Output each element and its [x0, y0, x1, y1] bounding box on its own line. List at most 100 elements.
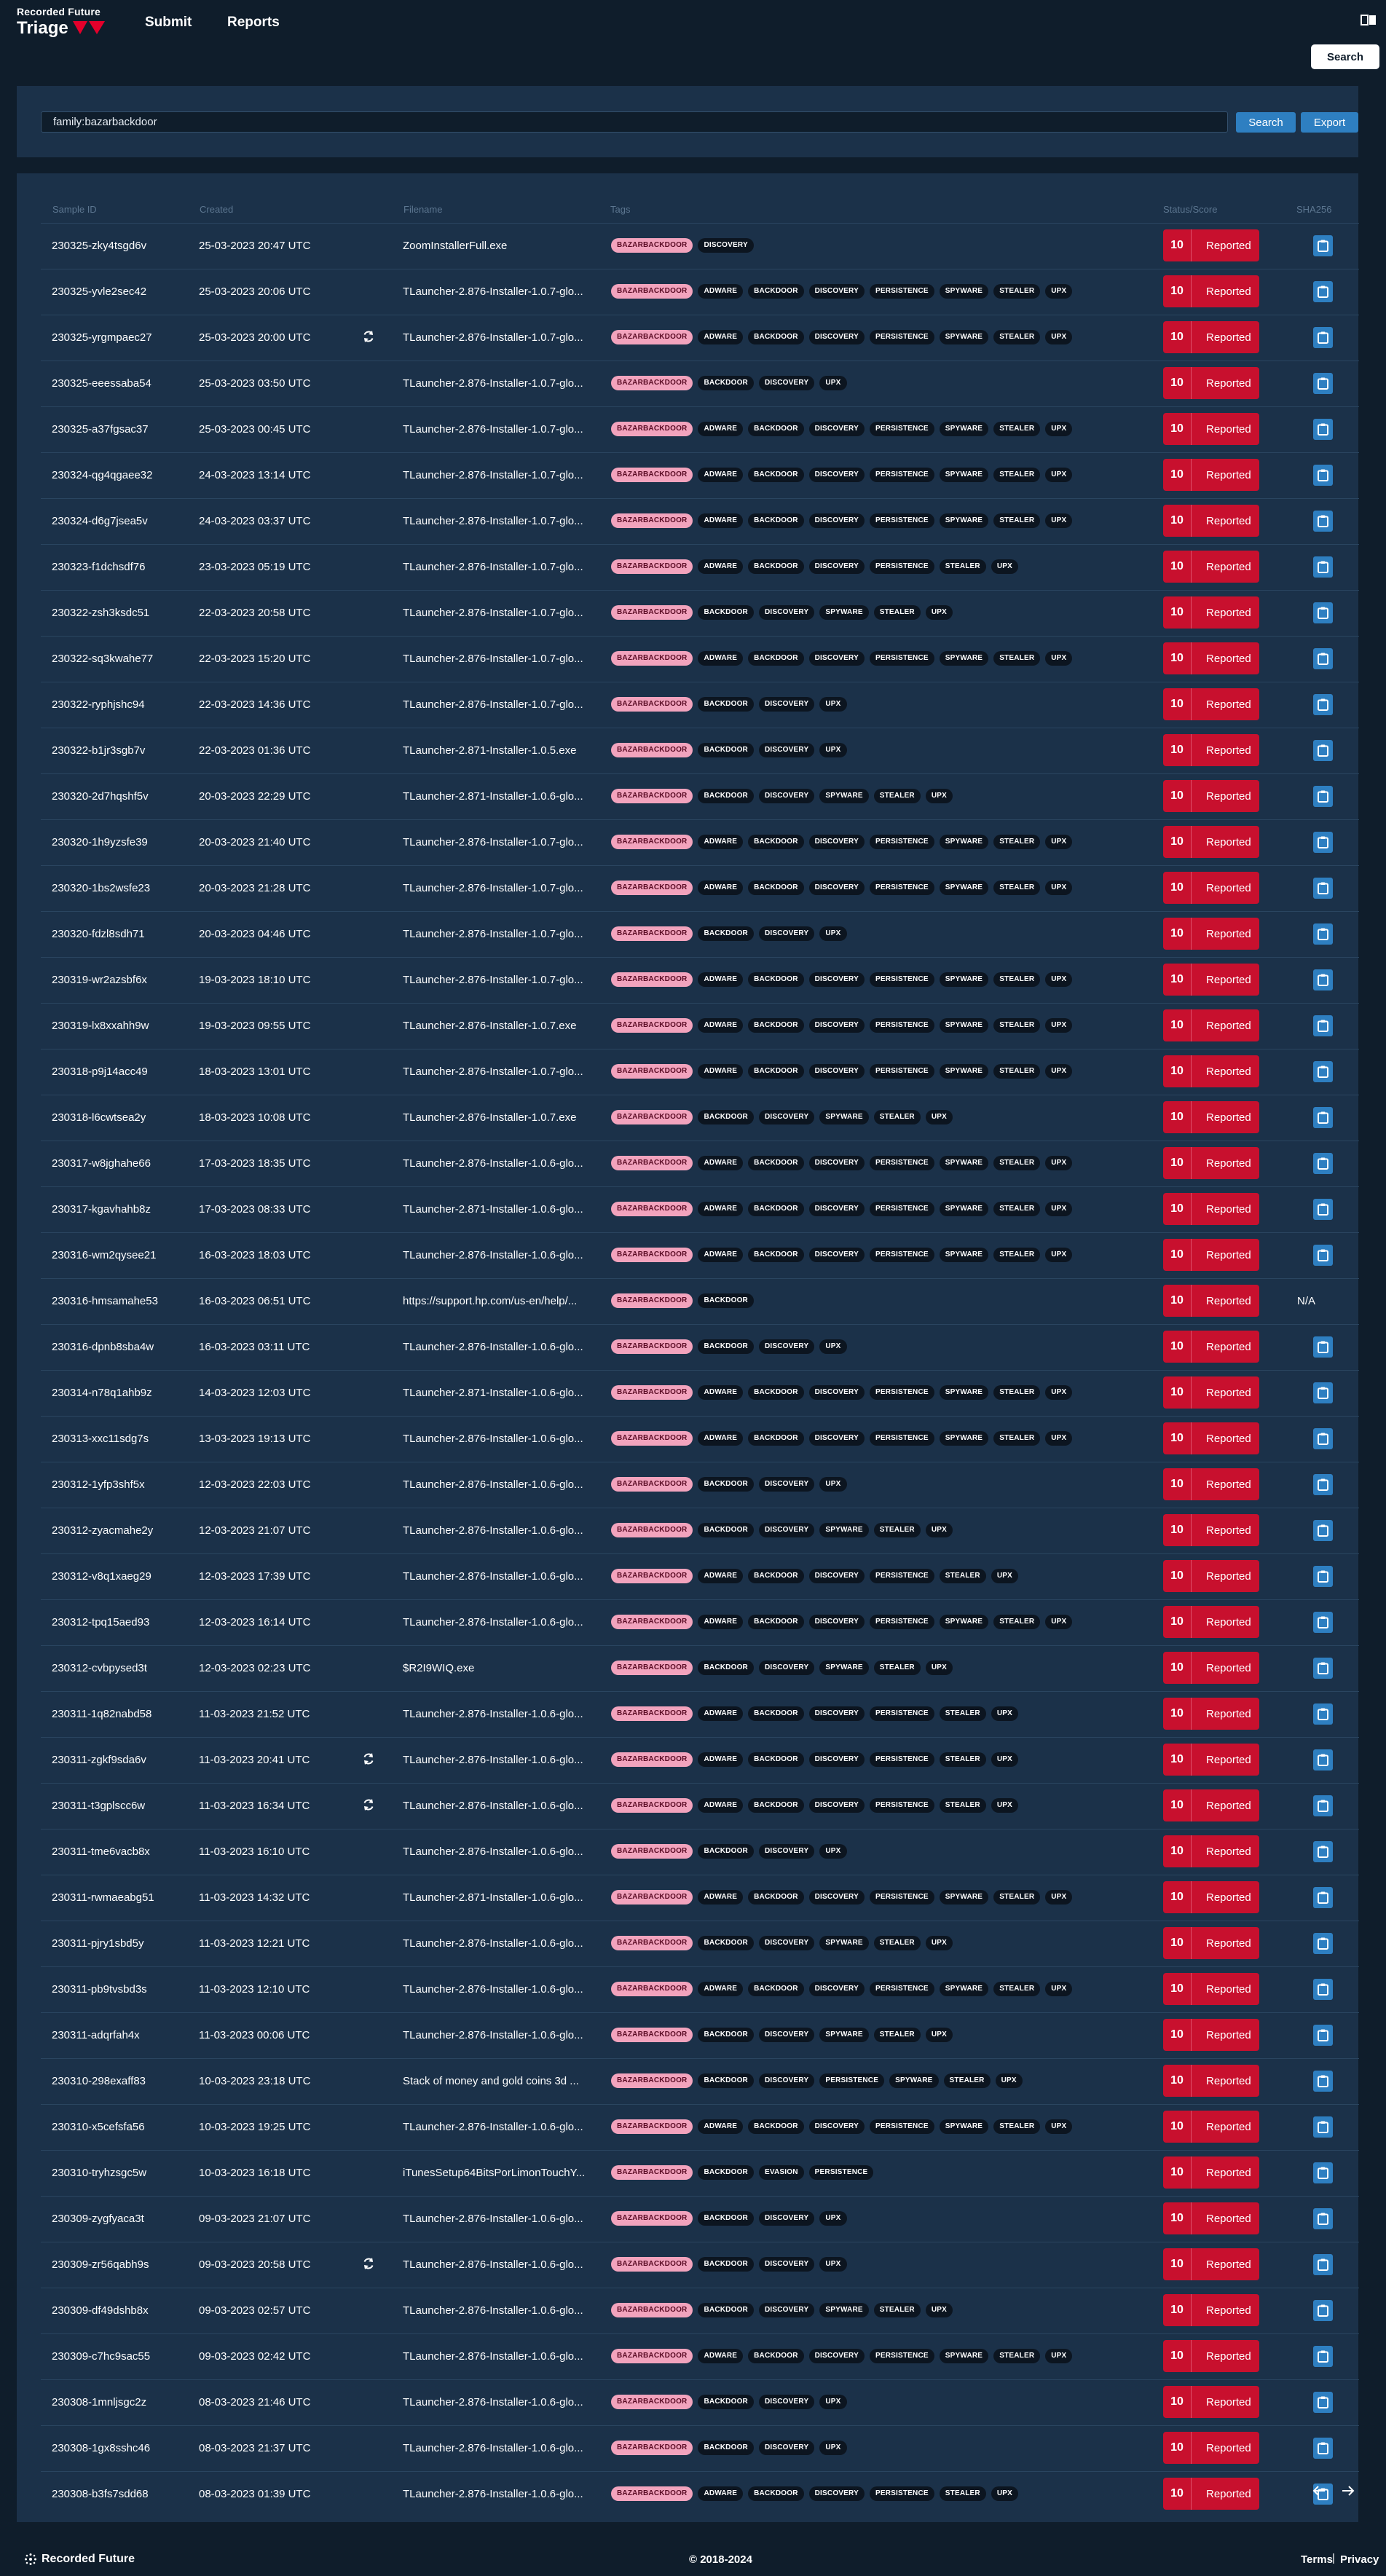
family-tag[interactable]: BAZARBACKDOOR — [611, 881, 693, 895]
tag-badge[interactable]: DISCOVERY — [808, 284, 865, 299]
family-tag[interactable]: BAZARBACKDOOR — [611, 2073, 693, 2088]
copy-sha256-button[interactable] — [1313, 1382, 1333, 1403]
tag-badge[interactable]: PERSISTENCE — [869, 422, 934, 436]
copy-sha256-button[interactable] — [1313, 1658, 1333, 1679]
tag-badge[interactable]: UPX — [819, 1339, 847, 1354]
family-tag[interactable]: BAZARBACKDOOR — [611, 1248, 693, 1262]
family-tag[interactable]: BAZARBACKDOOR — [611, 1890, 693, 1905]
tag-badge[interactable]: ADWARE — [698, 559, 744, 574]
family-tag[interactable]: BAZARBACKDOOR — [611, 1385, 693, 1400]
table-row[interactable]: 230320-2d7hqshf5v 20-03-2023 22:29 UTC TLa… — [41, 773, 1359, 819]
copy-sha256-button[interactable] — [1313, 327, 1333, 348]
tag-badge[interactable]: STEALER — [993, 1202, 1041, 1216]
tag-badge[interactable]: ADWARE — [698, 1156, 744, 1170]
tag-badge[interactable]: STEALER — [993, 1615, 1041, 1629]
family-tag[interactable]: BAZARBACKDOOR — [611, 1523, 693, 1537]
tag-badge[interactable]: PERSISTENCE — [869, 1569, 934, 1583]
family-tag[interactable]: BAZARBACKDOOR — [611, 2441, 693, 2455]
book-icon[interactable] — [1361, 14, 1377, 25]
family-tag[interactable]: BAZARBACKDOOR — [611, 2119, 693, 2134]
family-tag[interactable]: BAZARBACKDOOR — [611, 2303, 693, 2317]
tag-badge[interactable]: SPYWARE — [939, 1018, 989, 1033]
copy-sha256-button[interactable] — [1313, 2254, 1333, 2275]
family-tag[interactable]: BAZARBACKDOOR — [611, 743, 693, 757]
tag-badge[interactable]: UPX — [819, 1844, 847, 1859]
tag-badge[interactable]: PERSISTENCE — [869, 835, 934, 849]
tag-badge[interactable]: ADWARE — [698, 1018, 744, 1033]
tag-badge[interactable]: UPX — [819, 926, 847, 941]
tag-badge[interactable]: STEALER — [873, 2028, 921, 2042]
tag-badge[interactable]: ADWARE — [698, 1248, 744, 1262]
tag-badge[interactable]: SPYWARE — [939, 651, 989, 666]
tag-badge[interactable]: BACKDOOR — [748, 1385, 804, 1400]
tag-badge[interactable]: BACKDOOR — [748, 972, 804, 987]
family-tag[interactable]: BAZARBACKDOOR — [611, 1615, 693, 1629]
sample-id-link[interactable]: 230311-rwmaeabg51 — [52, 1891, 154, 1904]
family-tag[interactable]: BAZARBACKDOOR — [611, 1202, 693, 1216]
tag-badge[interactable]: UPX — [819, 1477, 847, 1492]
tag-badge[interactable]: UPX — [819, 2441, 847, 2455]
sample-id-link[interactable]: 230322-b1jr3sgb7v — [52, 744, 145, 757]
tag-badge[interactable]: UPX — [1045, 1431, 1073, 1446]
tag-badge[interactable]: BACKDOOR — [748, 330, 804, 344]
tag-badge[interactable]: ADWARE — [698, 651, 744, 666]
tag-badge[interactable]: DISCOVERY — [758, 743, 815, 757]
tag-badge[interactable]: UPX — [819, 2211, 847, 2226]
tag-badge[interactable]: PERSISTENCE — [869, 972, 934, 987]
sample-id-link[interactable]: 230322-ryphjshc94 — [52, 698, 145, 711]
tag-badge[interactable]: DISCOVERY — [808, 835, 865, 849]
tag-badge[interactable]: UPX — [1045, 835, 1073, 849]
tag-badge[interactable]: STEALER — [993, 468, 1041, 482]
tag-badge[interactable]: SPYWARE — [819, 2303, 869, 2317]
table-row[interactable]: 230312-tpq15aed93 12-03-2023 16:14 UTC TLa… — [41, 1599, 1359, 1645]
tag-badge[interactable]: DISCOVERY — [758, 2303, 815, 2317]
copy-sha256-button[interactable] — [1313, 1153, 1333, 1174]
tag-badge[interactable]: PERSISTENCE — [869, 1064, 934, 1079]
copy-sha256-button[interactable] — [1313, 2208, 1333, 2229]
family-tag[interactable]: BAZARBACKDOOR — [611, 468, 693, 482]
table-row[interactable]: 230322-zsh3ksdc51 22-03-2023 20:58 UTC TLa… — [41, 590, 1359, 636]
tag-badge[interactable]: BACKDOOR — [698, 926, 754, 941]
tag-badge[interactable]: STEALER — [993, 1890, 1041, 1905]
tag-badge[interactable]: BACKDOOR — [748, 881, 804, 895]
tag-badge[interactable]: BACKDOOR — [748, 1018, 804, 1033]
tag-badge[interactable]: UPX — [991, 1706, 1019, 1721]
tag-badge[interactable]: SPYWARE — [939, 2349, 989, 2363]
tag-badge[interactable]: PERSISTENCE — [869, 468, 934, 482]
copy-sha256-button[interactable] — [1313, 1520, 1333, 1541]
tag-badge[interactable]: BACKDOOR — [698, 1293, 754, 1308]
tag-badge[interactable]: STEALER — [993, 1431, 1041, 1446]
tag-badge[interactable]: SPYWARE — [819, 2028, 869, 2042]
sample-id-link[interactable]: 230316-dpnb8sba4w — [52, 1341, 154, 1353]
tag-badge[interactable]: DISCOVERY — [808, 468, 865, 482]
sample-id-link[interactable]: 230309-c7hc9sac55 — [52, 2350, 150, 2363]
tag-badge[interactable]: SPYWARE — [939, 1385, 989, 1400]
tag-badge[interactable]: UPX — [1045, 2119, 1073, 2134]
tag-badge[interactable]: PERSISTENCE — [869, 1752, 934, 1767]
copy-sha256-button[interactable] — [1313, 2116, 1333, 2138]
family-tag[interactable]: BAZARBACKDOOR — [611, 1569, 693, 1583]
tag-badge[interactable]: STEALER — [939, 1752, 986, 1767]
copy-sha256-button[interactable] — [1313, 1061, 1333, 1082]
tag-badge[interactable]: STEALER — [873, 789, 921, 803]
tag-badge[interactable]: SPYWARE — [939, 1615, 989, 1629]
tag-badge[interactable]: STEALER — [873, 605, 921, 620]
tag-badge[interactable]: DISCOVERY — [808, 330, 865, 344]
tag-badge[interactable]: PERSISTENCE — [869, 1385, 934, 1400]
tag-badge[interactable]: PERSISTENCE — [869, 2119, 934, 2134]
tag-badge[interactable]: UPX — [991, 1569, 1019, 1583]
tag-badge[interactable]: SPYWARE — [819, 605, 869, 620]
sample-id-link[interactable]: 230310-x5cefsfa56 — [52, 2121, 145, 2133]
copy-sha256-button[interactable] — [1313, 556, 1333, 578]
tag-badge[interactable]: BACKDOOR — [698, 376, 754, 390]
tag-badge[interactable]: PERSISTENCE — [869, 1706, 934, 1721]
tag-badge[interactable]: DISCOVERY — [758, 605, 815, 620]
tag-badge[interactable]: UPX — [1045, 330, 1073, 344]
sample-id-link[interactable]: 230320-1bs2wsfe23 — [52, 882, 150, 894]
sample-id-link[interactable]: 230316-hmsamahe53 — [52, 1295, 158, 1307]
tag-badge[interactable]: DISCOVERY — [808, 1982, 865, 1996]
tag-badge[interactable]: DISCOVERY — [808, 1156, 865, 1170]
copy-sha256-button[interactable] — [1313, 2438, 1333, 2459]
tag-badge[interactable]: PERSISTENCE — [869, 651, 934, 666]
refresh-icon[interactable] — [361, 2256, 376, 2271]
